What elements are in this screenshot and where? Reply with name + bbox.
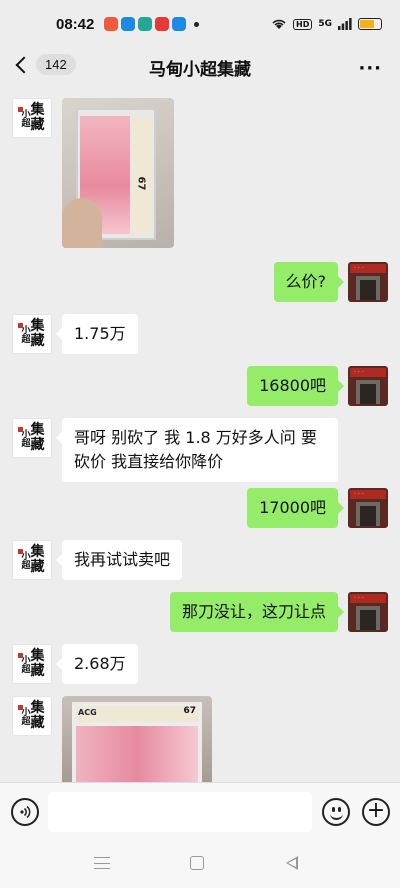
- avatar-seal-icon: [18, 427, 23, 432]
- message-bubble-outgoing[interactable]: 17000吧: [247, 488, 344, 528]
- message-input-bar: +: [0, 782, 400, 840]
- my-avatar[interactable]: ···: [348, 366, 388, 406]
- app-notification-icon: [155, 17, 170, 31]
- contact-avatar[interactable]: 小超 集藏: [12, 540, 52, 580]
- message-text-input[interactable]: [48, 792, 312, 832]
- app-notification-icon: [172, 17, 187, 31]
- back-triangle-icon[interactable]: [286, 856, 298, 870]
- notification-icons: [104, 17, 187, 31]
- avatar-seal-icon: [18, 653, 23, 658]
- message-bubble-incoming[interactable]: 2.68万: [56, 644, 138, 684]
- battery-icon: [358, 18, 382, 30]
- app-notification-icon: [138, 17, 153, 31]
- contact-avatar[interactable]: 小超 集藏: [12, 644, 52, 684]
- hd-icon: HD: [293, 18, 313, 30]
- message-bubble-outgoing[interactable]: 16800吧: [247, 366, 344, 406]
- message-bubble-outgoing[interactable]: 那刀没让，这刀让点: [169, 592, 345, 632]
- my-avatar[interactable]: ···: [348, 262, 388, 302]
- chat-title: 马甸小超集藏: [149, 59, 251, 80]
- battery-level: [360, 20, 374, 28]
- status-time: 08:42: [56, 15, 95, 33]
- avatar-seal-icon: [18, 323, 23, 328]
- contact-avatar[interactable]: 小超 集藏: [12, 418, 52, 458]
- avatar-seal-icon: [18, 107, 23, 112]
- signal-label: 5G: [318, 19, 332, 29]
- avatar-seal-icon: [18, 549, 23, 554]
- system-status: HD 5G: [271, 18, 382, 30]
- chat-header: 142 马甸小超集藏 ···: [0, 48, 400, 86]
- message-bubble-incoming[interactable]: 哥呀 别砍了 我 1.8 万好多人问 要砍价 我直接给你降价: [56, 418, 338, 482]
- contact-avatar[interactable]: 小超 集藏: [12, 98, 52, 138]
- image-message[interactable]: ACG 67: [62, 696, 212, 782]
- my-avatar[interactable]: ···: [348, 592, 388, 632]
- more-notifications-dot-icon: [194, 21, 200, 27]
- home-square-icon[interactable]: [190, 856, 204, 870]
- message-bubble-incoming[interactable]: 我再试试卖吧: [55, 540, 183, 580]
- avatar-seal-icon: [18, 705, 23, 710]
- unread-count-badge: 142: [36, 54, 76, 75]
- emoji-button[interactable]: [322, 798, 350, 826]
- contact-avatar[interactable]: 小超 集藏: [12, 314, 52, 354]
- more-options-button[interactable]: ···: [358, 58, 382, 79]
- back-chevron-icon: [15, 56, 33, 73]
- system-navigation-bar: [0, 840, 400, 888]
- app-notification-icon: [121, 17, 136, 31]
- image-message[interactable]: 67: [62, 98, 174, 248]
- my-avatar[interactable]: ···: [348, 488, 388, 528]
- message-bubble-outgoing[interactable]: 么价?: [273, 262, 344, 302]
- contact-avatar[interactable]: 小超 集藏: [12, 696, 52, 736]
- voice-input-button[interactable]: [11, 798, 39, 826]
- back-button[interactable]: 142: [14, 54, 76, 75]
- chat-message-list[interactable]: 小超 集藏 67 么价? ··· 小超 集藏 1.75万 16800吧 ···: [0, 86, 400, 782]
- signal-strength-icon: [338, 18, 352, 30]
- voice-icon: [20, 805, 31, 819]
- wifi-icon: [272, 19, 286, 29]
- app-notification-icon: [104, 17, 119, 31]
- status-bar: 08:42 HD 5G: [0, 0, 400, 48]
- message-bubble-incoming[interactable]: 1.75万: [56, 314, 138, 354]
- recents-menu-icon[interactable]: [94, 857, 110, 869]
- more-actions-plus-button[interactable]: +: [362, 798, 390, 826]
